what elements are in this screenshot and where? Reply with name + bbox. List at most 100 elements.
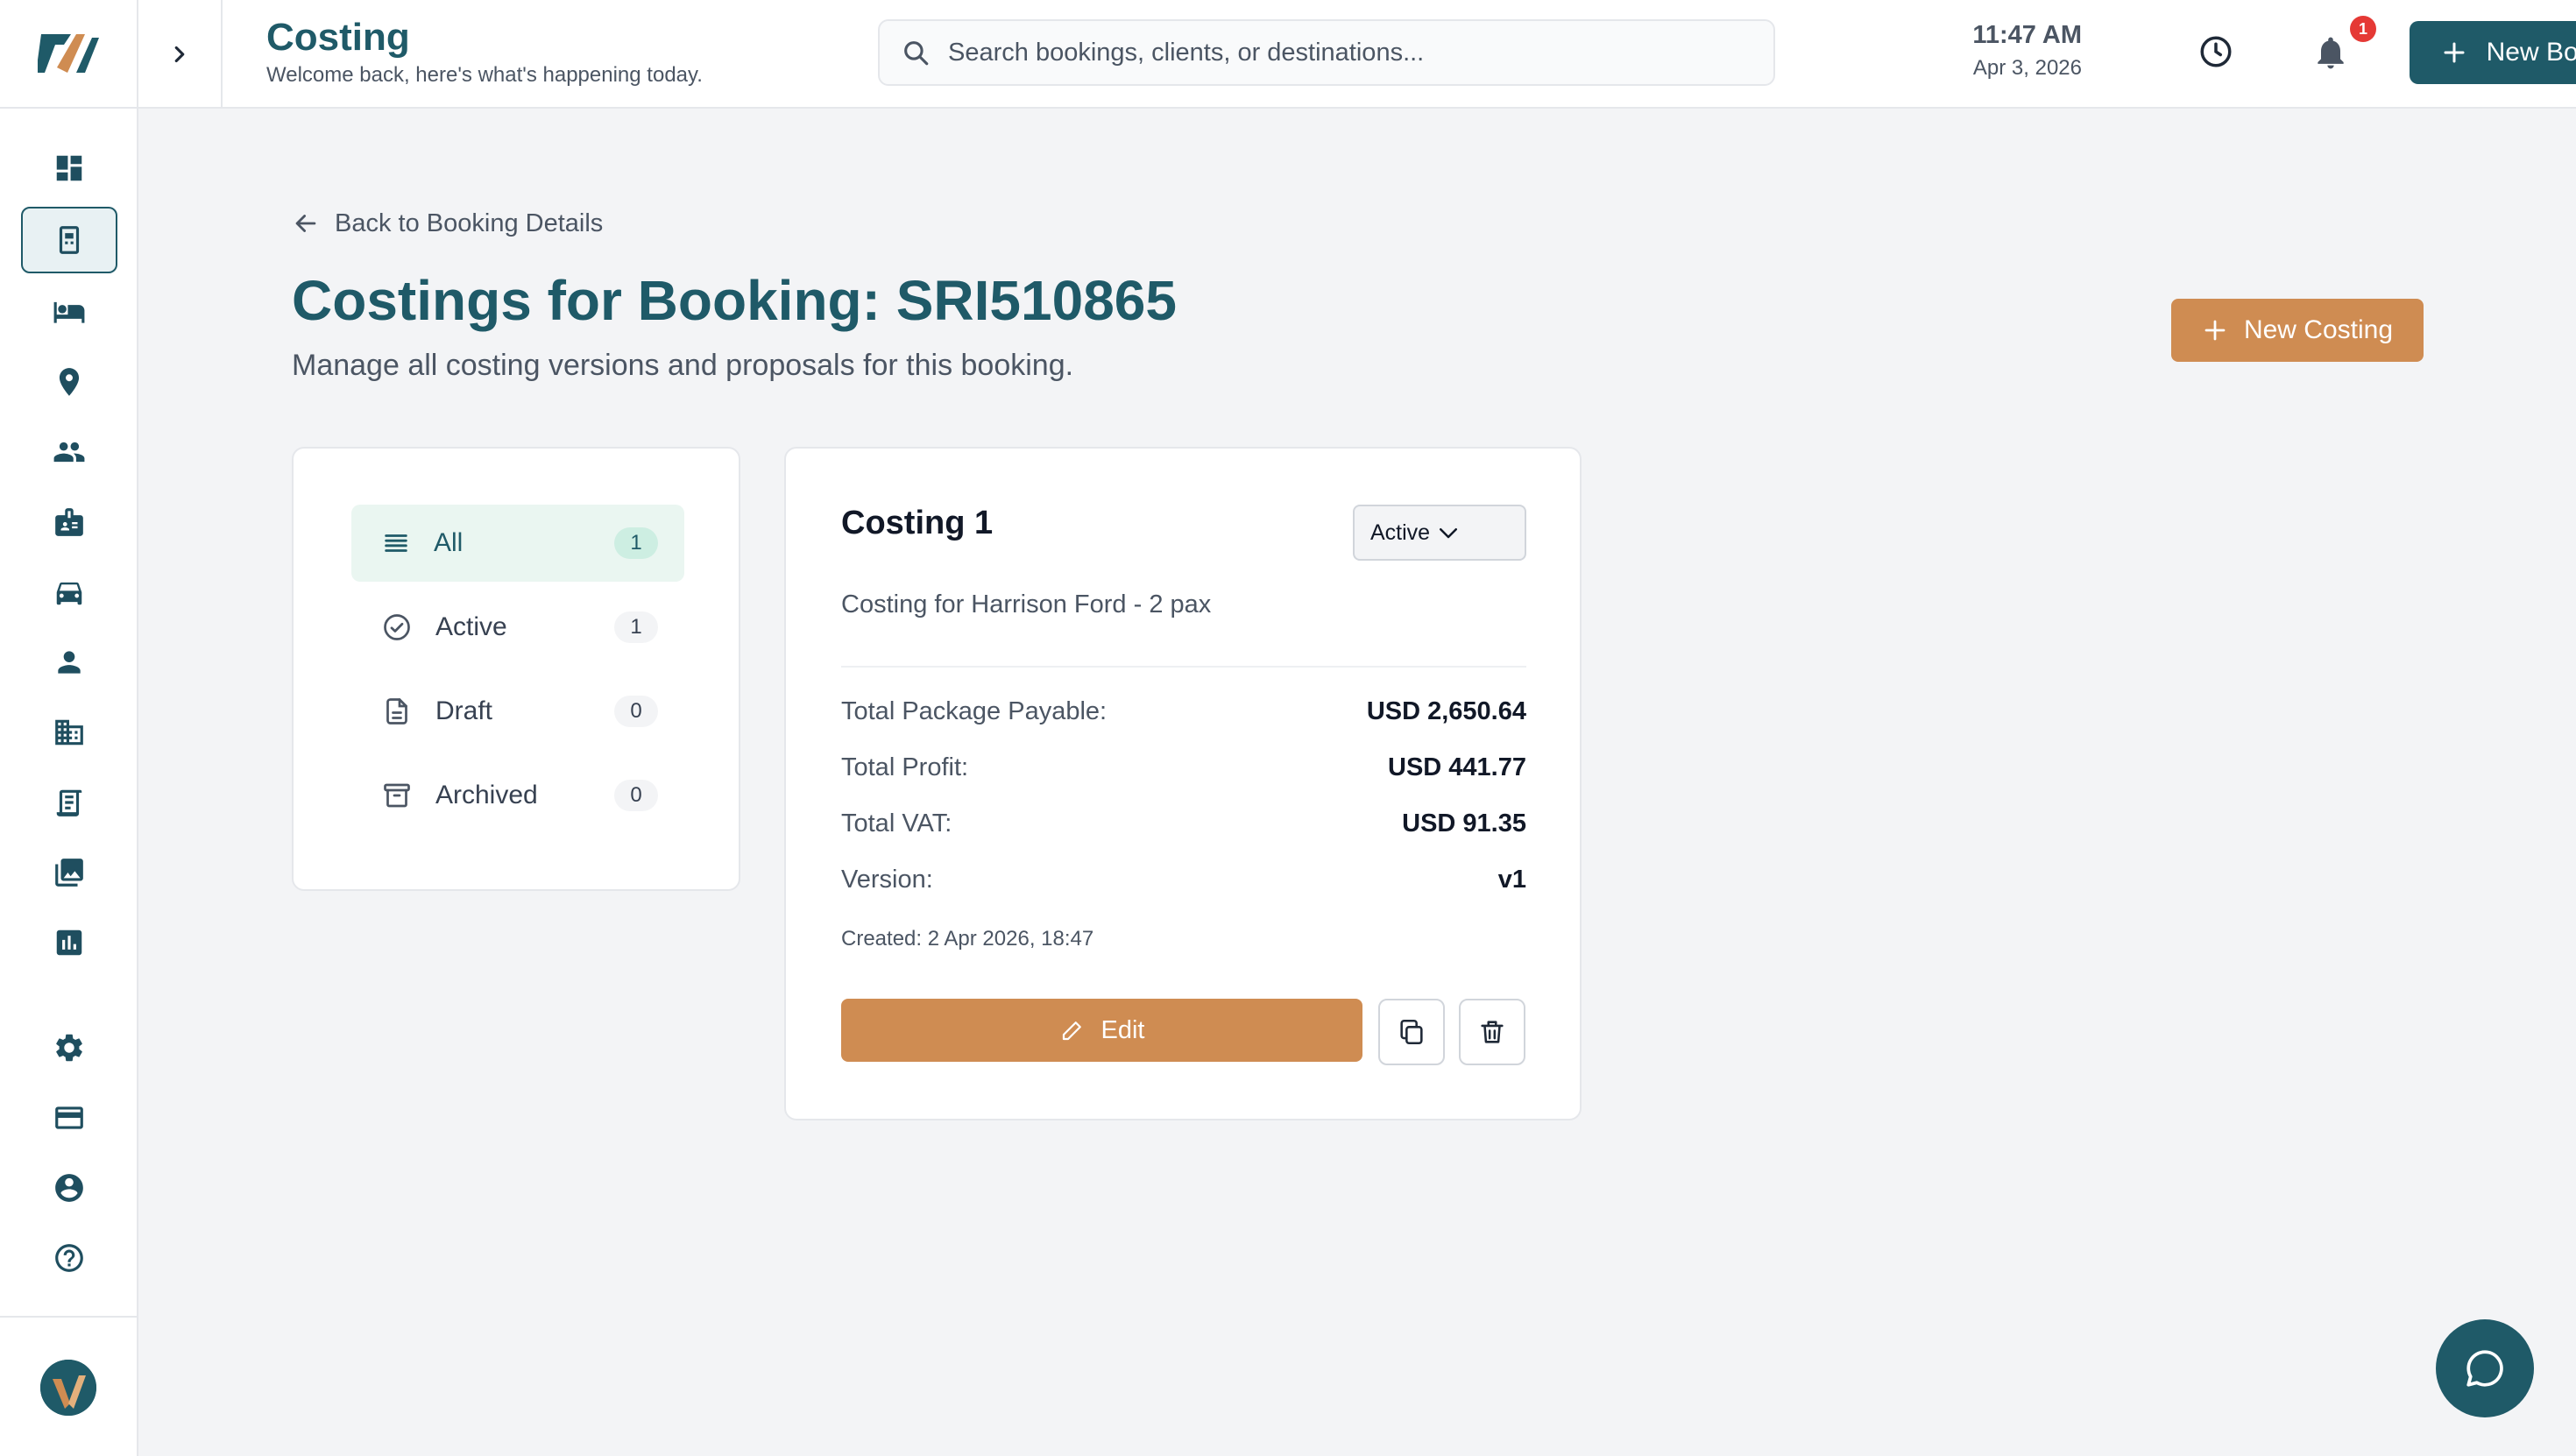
sidebar-item-dashboard[interactable]: [21, 135, 117, 201]
sidebar-item-hotels[interactable]: [21, 279, 117, 345]
filter-active[interactable]: Active 1: [351, 589, 684, 666]
sidebar-item-companies[interactable]: [21, 699, 117, 766]
total-profit-row: Total Profit: USD 441.77: [841, 753, 1526, 782]
search-input[interactable]: [948, 38, 1737, 67]
document-icon: [386, 698, 407, 724]
sidebar-item-staff[interactable]: [21, 489, 117, 555]
arrow-left-icon: [295, 215, 316, 232]
sidebar: [0, 0, 138, 1456]
chat-bubble-icon: [2466, 1350, 2503, 1387]
filter-label: Draft: [435, 696, 493, 725]
notification-badge: 1: [2350, 16, 2376, 42]
filter-label: Archived: [435, 781, 538, 809]
plus-icon: [2204, 320, 2226, 341]
costing-description: Costing for Harrison Ford - 2 pax: [841, 590, 1212, 618]
receipt-icon: [56, 789, 82, 816]
car-icon: [56, 582, 82, 605]
version-row: Version: v1: [841, 866, 1526, 894]
notifications-button[interactable]: [2311, 32, 2350, 74]
sidebar-item-account[interactable]: [21, 1155, 117, 1221]
row-label: Total VAT:: [841, 809, 952, 838]
filter-label: All: [434, 528, 464, 557]
sidebar-item-billing[interactable]: [21, 1085, 117, 1151]
filter-all[interactable]: All 1: [351, 505, 684, 582]
people-icon: [53, 442, 85, 463]
back-link-label: Back to Booking Details: [335, 209, 604, 237]
costings-description: Manage all costing versions and proposal…: [292, 349, 1074, 382]
avatar-logo-icon: [40, 1360, 96, 1416]
filter-draft[interactable]: Draft 0: [351, 673, 684, 750]
filter-label: Active: [435, 612, 507, 641]
row-value: USD 2,650.64: [1366, 697, 1526, 725]
top-bar: Costing Welcome back, here's what's happ…: [138, 0, 2576, 109]
current-date: Apr 3, 2026: [1972, 56, 2082, 80]
duplicate-costing-button[interactable]: [1378, 999, 1445, 1065]
filter-count: 0: [614, 696, 658, 727]
row-value: USD 91.35: [1402, 809, 1526, 838]
check-circle-icon: [384, 614, 410, 640]
back-to-booking-link[interactable]: Back to Booking Details: [291, 209, 603, 238]
sidebar-item-destinations[interactable]: [21, 349, 117, 415]
new-booking-label: New Booking: [2486, 38, 2576, 67]
clock-button[interactable]: [2197, 33, 2234, 70]
sidebar-item-help[interactable]: [21, 1225, 117, 1291]
badge-icon: [55, 508, 83, 536]
new-costing-label: New Costing: [2243, 315, 2394, 344]
row-value: USD 441.77: [1388, 753, 1526, 781]
list-icon: [385, 534, 407, 552]
sidebar-divider: [0, 1316, 137, 1318]
grid-icon: [56, 155, 82, 181]
sidebar-item-invoices[interactable]: [21, 769, 117, 836]
page-title: Costing: [266, 16, 410, 59]
page-subtitle: Welcome back, here's what's happening to…: [266, 63, 703, 87]
costing-card: Costing 1 Active Costing for Harrison Fo…: [784, 447, 1582, 1120]
bed-icon: [53, 301, 85, 323]
status-filter-panel: All 1 Active 1 Draft 0 Archived 0: [292, 447, 740, 891]
search-bar[interactable]: [878, 19, 1775, 86]
bar-chart-icon: [56, 929, 82, 956]
photos-icon: [55, 859, 83, 887]
status-value: Active: [1370, 519, 1431, 545]
costing-divider: [841, 666, 1526, 668]
filter-archived[interactable]: Archived 0: [351, 757, 684, 834]
filter-count: 1: [614, 527, 658, 559]
delete-costing-button[interactable]: [1459, 999, 1525, 1065]
row-label: Version:: [841, 866, 933, 894]
costing-title: Costing 1: [841, 505, 994, 541]
total-vat-row: Total VAT: USD 91.35: [841, 809, 1526, 838]
gear-icon: [56, 1034, 82, 1062]
new-costing-button[interactable]: New Costing: [2171, 299, 2424, 362]
copy-icon: [1400, 1019, 1423, 1045]
help-circle-icon: [55, 1244, 83, 1272]
user-avatar[interactable]: [40, 1360, 96, 1416]
chevron-right-icon: [174, 46, 185, 63]
search-icon: [904, 41, 929, 66]
calculator-icon: [59, 226, 80, 254]
sidebar-item-clients[interactable]: [21, 419, 117, 485]
sidebar-item-gallery[interactable]: [21, 839, 117, 906]
sidebar-toggle-button[interactable]: [138, 0, 223, 109]
person-icon: [58, 651, 81, 674]
sidebar-item-costing[interactable]: [21, 207, 117, 273]
costings-heading: Costings for Booking: SRI510865: [292, 269, 1177, 332]
new-booking-button[interactable]: New Booking: [2410, 21, 2576, 84]
status-dropdown[interactable]: Active: [1353, 505, 1526, 561]
sidebar-item-vehicles[interactable]: [21, 559, 117, 626]
building-icon: [55, 719, 83, 746]
location-pin-icon: [59, 368, 80, 396]
bell-icon: [2318, 37, 2344, 69]
brand-logo[interactable]: [38, 29, 99, 78]
edit-costing-button[interactable]: Edit: [841, 999, 1362, 1062]
chat-button[interactable]: [2436, 1319, 2534, 1417]
archive-icon: [384, 783, 410, 808]
total-package-row: Total Package Payable: USD 2,650.64: [841, 697, 1526, 726]
sidebar-item-reports[interactable]: [21, 909, 117, 976]
row-label: Total Package Payable:: [841, 697, 1108, 725]
credit-card-icon: [55, 1106, 83, 1129]
sidebar-item-users[interactable]: [21, 629, 117, 696]
trash-icon: [1481, 1021, 1504, 1043]
sidebar-item-settings[interactable]: [21, 1014, 117, 1081]
filter-count: 1: [614, 611, 658, 643]
row-label: Total Profit:: [841, 753, 969, 781]
current-time: 11:47 AM: [1972, 21, 2082, 49]
